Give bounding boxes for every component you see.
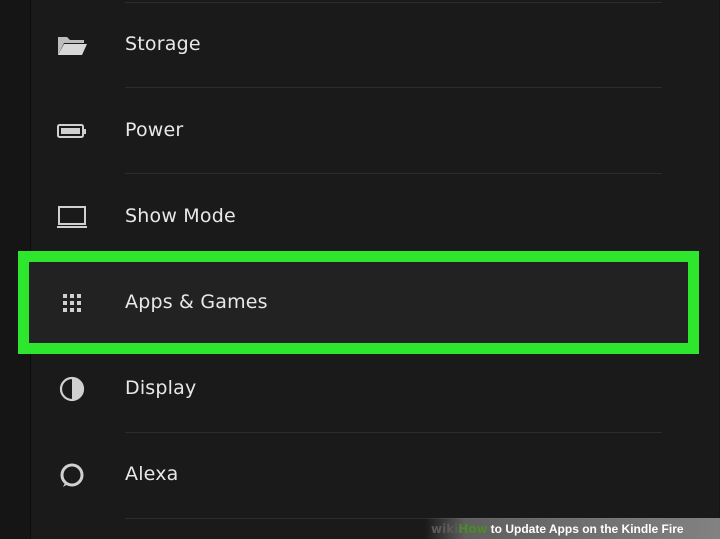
settings-item-display[interactable]: Display [0,346,720,432]
settings-item-alexa[interactable]: Alexa [0,432,720,518]
wikihow-watermark: wiki How to Update Apps on the Kindle Fire [425,518,720,539]
monitor-icon [56,201,88,233]
settings-item-label: Storage [125,33,201,55]
alexa-ring-icon [56,459,88,491]
watermark-brand-wiki: wiki [431,521,459,536]
watermark-title: to Update Apps on the Kindle Fire [490,521,684,536]
settings-item-power[interactable]: Power [0,88,720,174]
apps-grid-icon [56,287,88,319]
settings-item-storage[interactable]: Storage [0,2,720,88]
folder-icon [56,29,88,61]
battery-icon [56,115,88,147]
watermark-brand-how: How [458,521,488,536]
settings-item-label: Apps & Games [125,291,268,313]
settings-item-label: Show Mode [125,205,236,227]
settings-item-label: Power [125,119,184,141]
contrast-icon [56,373,88,405]
settings-item-label: Display [125,377,197,399]
settings-screen: Storage Power Show Mode Apps & Games Dis… [0,0,720,539]
settings-item-show-mode[interactable]: Show Mode [0,174,720,260]
settings-item-apps-games[interactable]: Apps & Games [0,260,720,346]
settings-item-label: Alexa [125,463,179,485]
